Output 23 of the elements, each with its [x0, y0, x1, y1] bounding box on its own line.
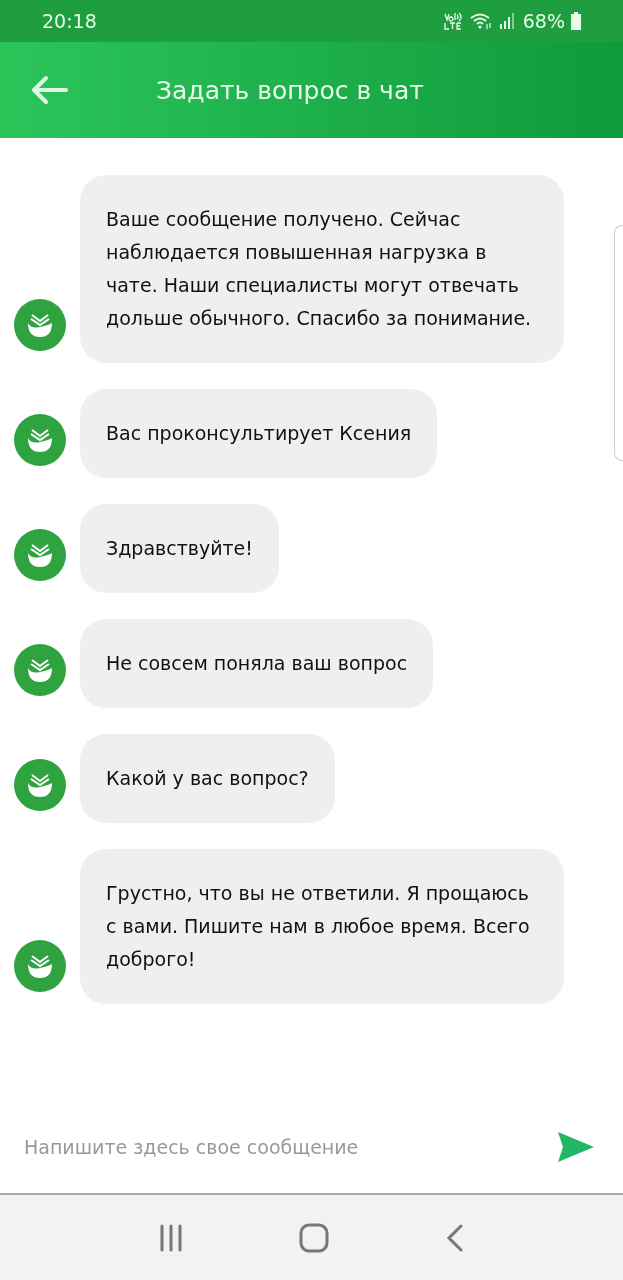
bank-logo-icon [14, 644, 66, 696]
wifi-icon [468, 12, 493, 30]
message-input[interactable]: Напишите здесь свое сообщение [22, 1134, 496, 1159]
status-time: 20:18 [42, 10, 97, 32]
bank-logo-icon [14, 940, 66, 992]
message-text: Какой у вас вопрос? [106, 767, 309, 789]
message-text: Ваше сообщение получено. Сейчас наблюдается повышенная нагрузка в чате. Наши специалисты могут отвечать дольше обычного. Спасибо за понимание. [106, 208, 532, 329]
message-text: Грустно, что вы не ответили. Я прощаюсь с вами. Пишите нам в любое время. Всего доброго! [106, 882, 530, 970]
send-icon[interactable] [557, 1130, 595, 1163]
battery-icon [571, 12, 581, 30]
message-text: Не совсем поняла ваш вопрос [106, 652, 408, 674]
bank-logo-icon [14, 759, 66, 811]
bank-logo-icon [14, 529, 66, 581]
message-text: Здравствуйте! [106, 537, 253, 559]
back-arrow-icon[interactable] [30, 75, 68, 105]
home-icon[interactable] [299, 1222, 330, 1253]
bank-logo-icon [14, 414, 66, 466]
message-text: Вас проконсультирует Ксения [106, 422, 412, 444]
volte-icon [442, 11, 463, 31]
bank-logo-icon [14, 299, 66, 351]
signal-icon [498, 12, 517, 30]
battery-percent: 68% [522, 10, 565, 32]
header-title: Задать вопрос в чат [156, 75, 424, 105]
